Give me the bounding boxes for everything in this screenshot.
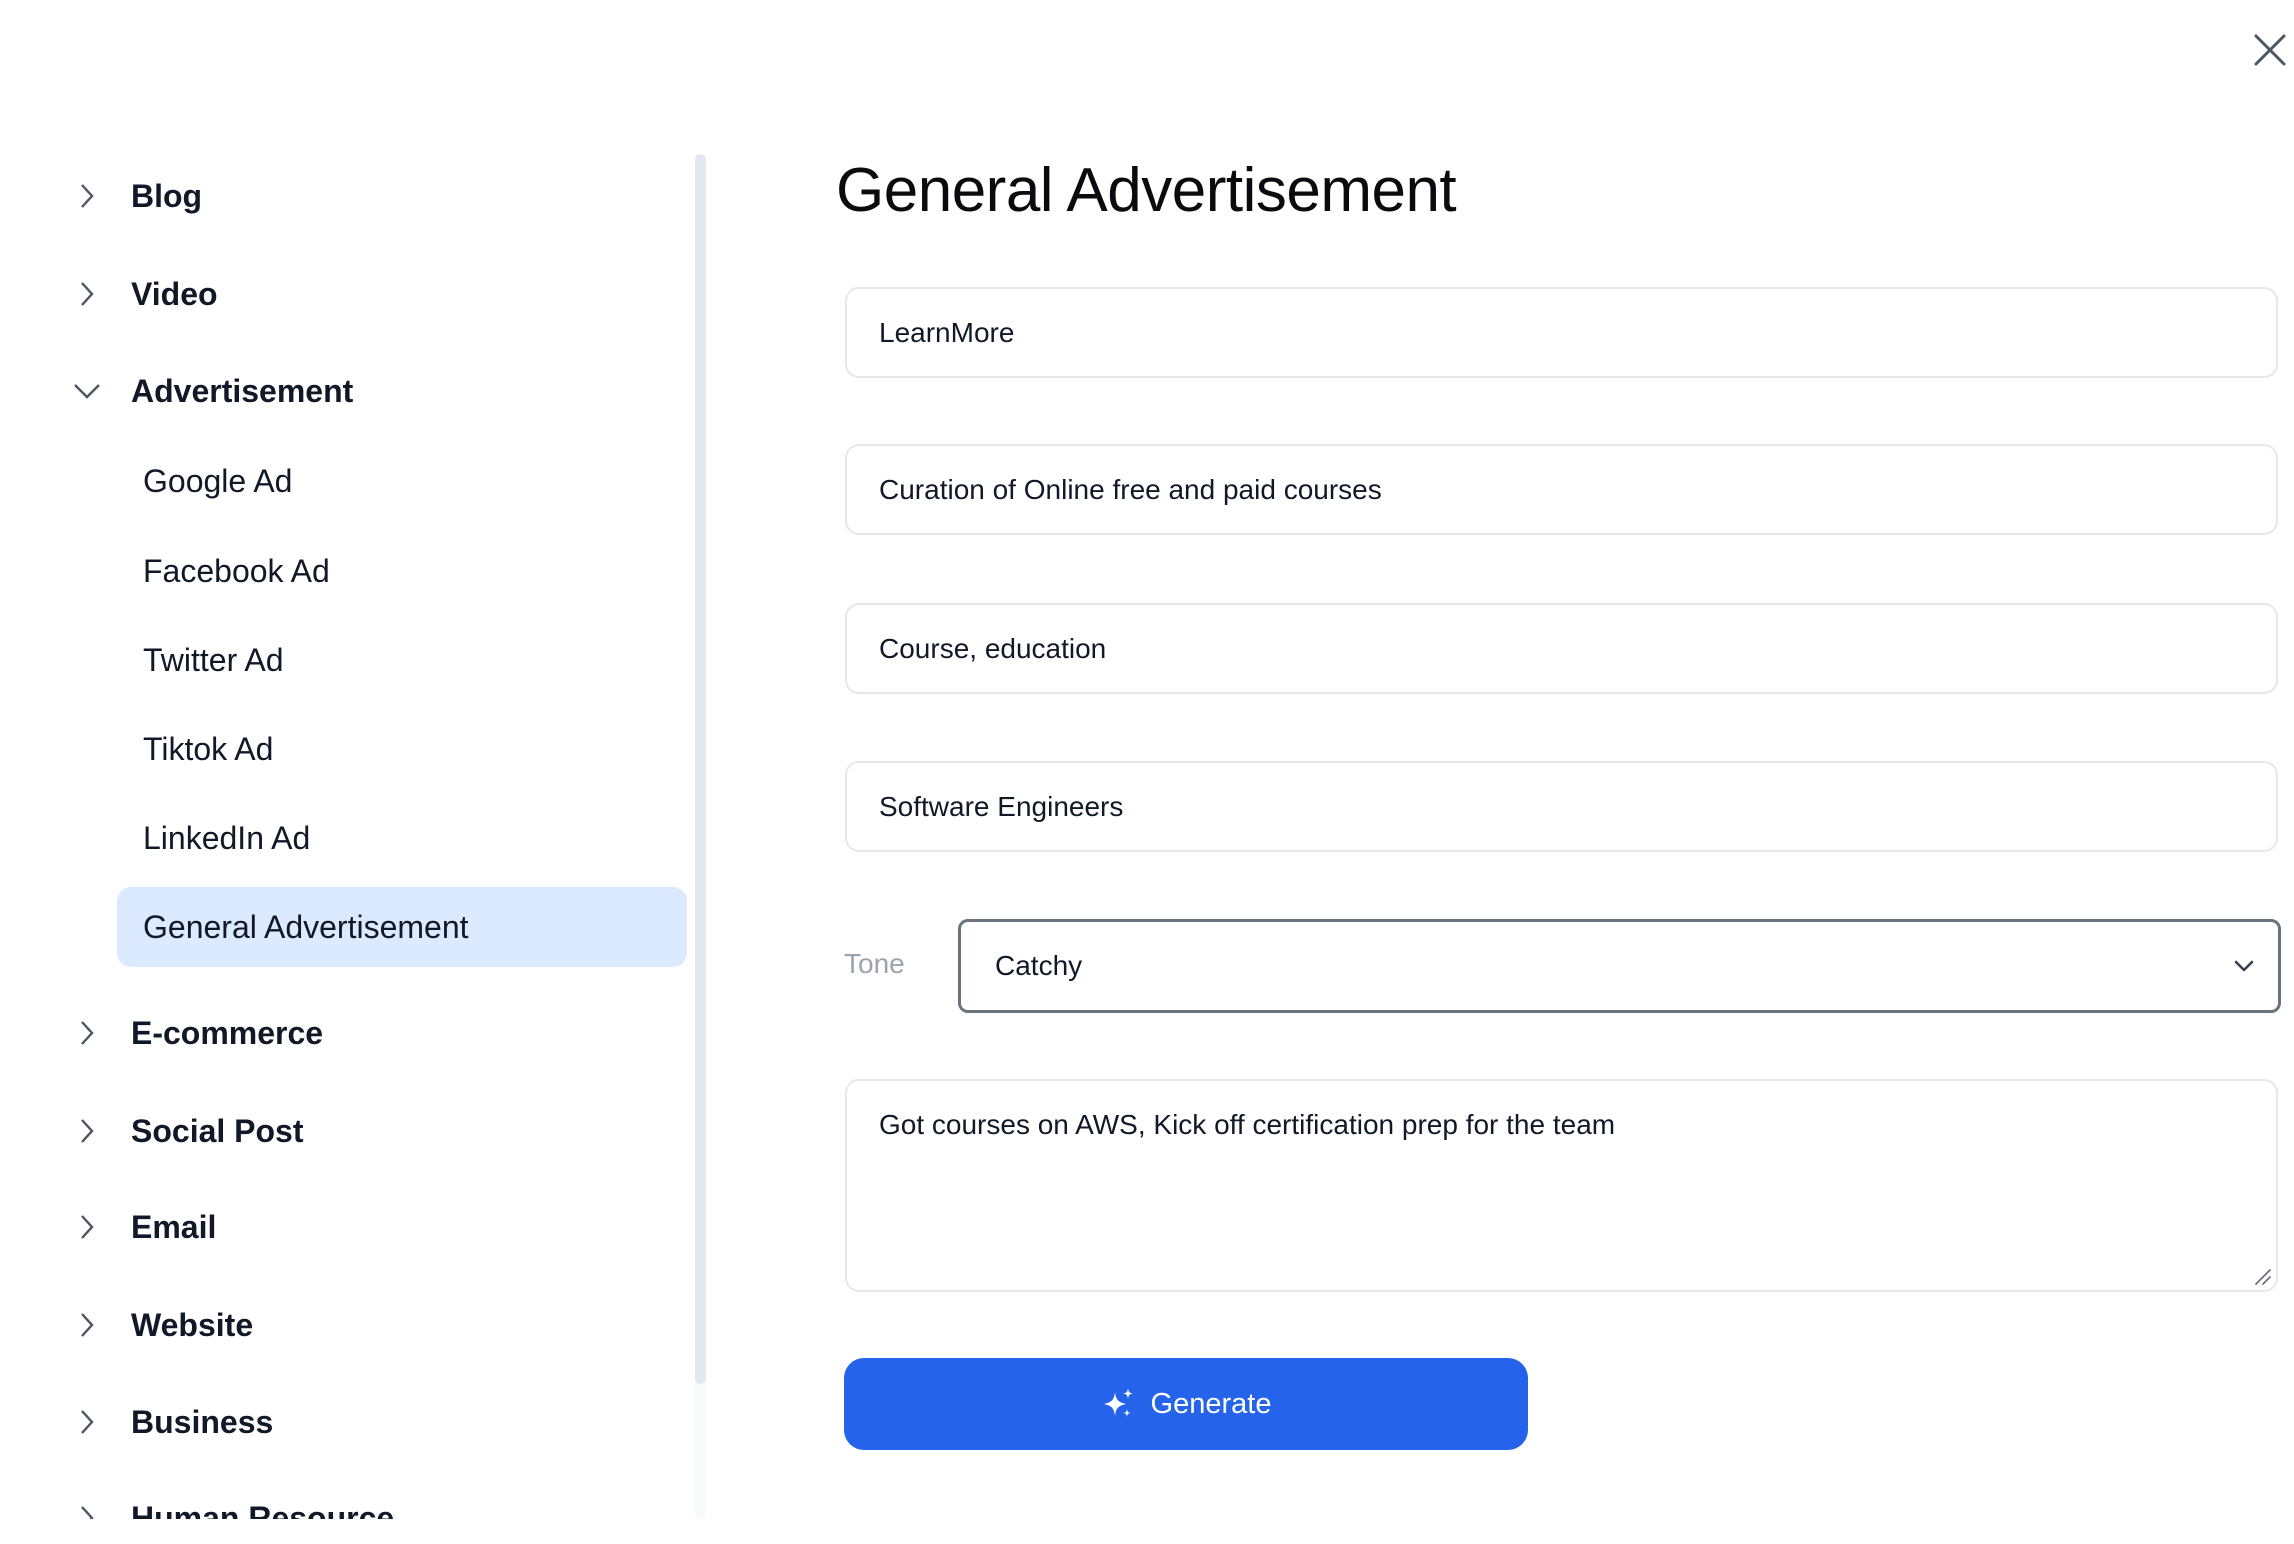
chevron-right-icon [81,1410,94,1434]
tone-label: Tone [844,948,905,979]
details-textarea[interactable]: Got courses on AWS, Kick off certificati… [845,1079,2278,1292]
chevron-right-icon [81,1313,94,1337]
sidebar-scrollbar-thumb[interactable] [695,154,706,1384]
sidebar-item-website[interactable]: Website [0,1295,690,1355]
sidebar-item-e-commerce[interactable]: E-commerce [0,1003,690,1063]
sidebar-item-label: Human Resource [131,1499,395,1520]
sidebar-subitem-label: Twitter Ad [143,642,284,678]
sidebar-item-label: Advertisement [131,372,354,409]
sidebar-item-label: Video [131,275,218,312]
chevron-right-icon [81,1215,94,1239]
close-button[interactable] [2248,28,2292,72]
sidebar-item-label: Website [131,1306,254,1343]
chevron-right-icon [81,1506,94,1519]
chevron-right-icon [81,1021,94,1045]
sidebar-item-blog[interactable]: Blog [0,166,690,226]
tone-select[interactable]: Catchy [958,919,2281,1013]
sidebar-subitem-facebook-ad[interactable]: Facebook Ad [117,531,687,611]
sidebar-item-label: Social Post [131,1112,304,1149]
sidebar-subitem-label: Tiktok Ad [143,731,274,767]
sidebar-item-video[interactable]: Video [0,264,690,324]
sidebar-subitem-label: General Advertisement [143,909,469,945]
details-textarea-value: Got courses on AWS, Kick off certificati… [879,1109,1616,1140]
sidebar-item-label: E-commerce [131,1014,324,1051]
sidebar-subitem-general-advertisement[interactable]: General Advertisement [117,887,687,967]
sidebar-subitem-label: Google Ad [143,463,293,499]
sidebar-item-email[interactable]: Email [0,1197,690,1257]
sidebar-item-social-post[interactable]: Social Post [0,1101,690,1161]
page-title: General Advertisement [836,156,1457,225]
sidebar-subitem-label: Facebook Ad [143,553,330,589]
keywords-input[interactable] [845,603,2278,694]
chevron-right-icon [81,1119,94,1143]
target-audience-input[interactable] [845,761,2278,852]
generate-button[interactable]: Generate [844,1358,1528,1450]
resize-handle-icon[interactable] [2252,1266,2272,1286]
chevron-down-icon [74,384,100,399]
brand-name-input[interactable] [845,287,2278,378]
sidebar-item-business[interactable]: Business [0,1392,690,1452]
product-description-input[interactable] [845,444,2278,535]
sidebar-item-label: Email [131,1208,217,1245]
chevron-right-icon [81,184,94,208]
chevron-right-icon [81,282,94,306]
sidebar-item-label: Blog [131,177,203,214]
sidebar-subitem-label: LinkedIn Ad [143,820,311,856]
sidebar-item-label: Business [131,1403,274,1440]
chevron-down-icon [2234,960,2254,972]
sidebar-subitem-twitter-ad[interactable]: Twitter Ad [117,620,687,700]
sidebar-subitem-tiktok-ad[interactable]: Tiktok Ad [117,709,687,789]
sidebar-subitem-google-ad[interactable]: Google Ad [117,441,687,521]
sidebar-nav: Blog Video Advertisement Google Ad Faceb… [0,150,690,1519]
sidebar-item-advertisement[interactable]: Advertisement [0,361,690,421]
sidebar-item-human-resource[interactable]: Human Resource [0,1488,690,1519]
tone-selected-value: Catchy [995,950,1083,981]
close-icon [2254,34,2286,66]
sparkles-icon [1103,1388,1133,1417]
generate-button-label: Generate [1150,1387,1272,1420]
sidebar-subitem-linkedin-ad[interactable]: LinkedIn Ad [117,798,687,878]
